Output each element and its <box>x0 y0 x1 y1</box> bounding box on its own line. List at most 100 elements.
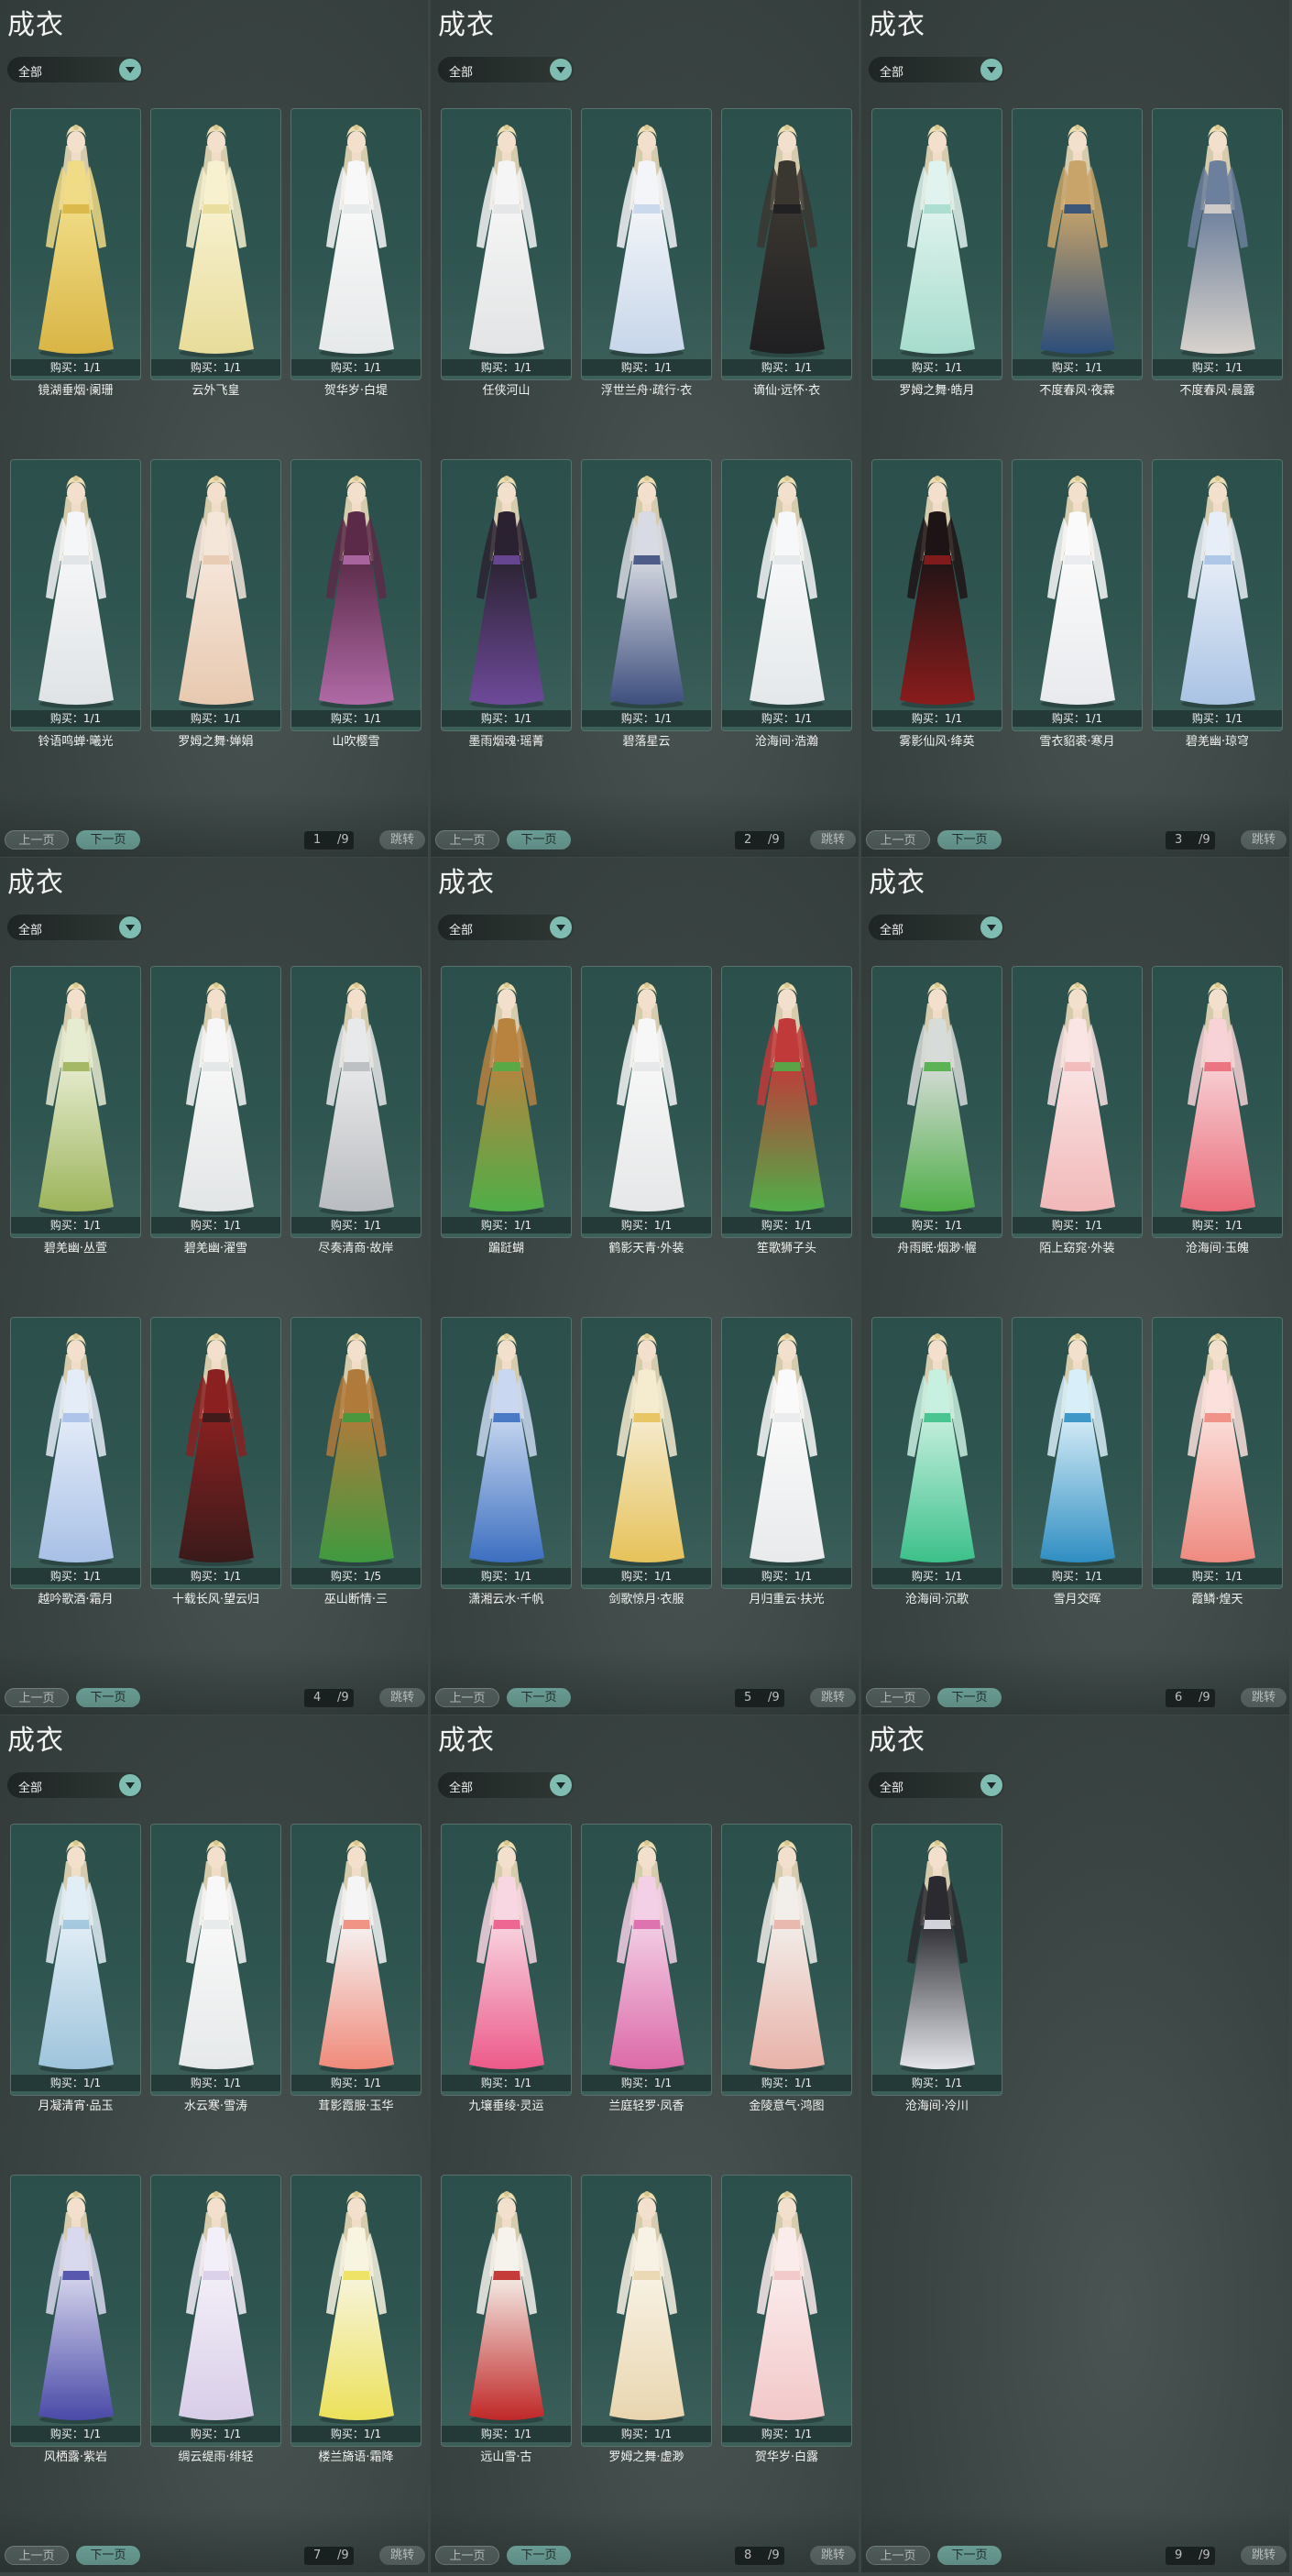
page-number-input[interactable]: 7/9 <box>304 2547 354 2565</box>
outfit-card[interactable]: 购买：1/5 巫山断情·三 <box>290 1317 422 1606</box>
outfit-card[interactable]: 购买：1/1 潇湘云水·千帆 <box>441 1317 572 1606</box>
category-filter-dropdown[interactable]: 全部 <box>438 915 574 940</box>
outfit-card[interactable]: 购买：1/1 月归重云·扶光 <box>721 1317 852 1606</box>
outfit-card[interactable]: 购买：1/1 贺华岁·白露 <box>721 2175 852 2464</box>
chevron-down-icon[interactable] <box>119 59 141 81</box>
page-number-input[interactable]: 1/9 <box>304 831 354 850</box>
outfit-card[interactable]: 购买：1/1 雾影仙风·绛英 <box>871 459 1002 749</box>
outfit-card[interactable]: 购买：1/1 舟雨眠·烟渺·幄 <box>871 966 1002 1255</box>
outfit-card[interactable]: 购买：1/1 沧海间·浩瀚 <box>721 459 852 749</box>
prev-page-button[interactable]: 上一页 <box>5 1688 69 1707</box>
jump-button[interactable]: 跳转 <box>1241 1688 1287 1707</box>
outfit-card[interactable]: 购买：1/1 罗姆之舞·皓月 <box>871 108 1002 398</box>
next-page-button[interactable]: 下一页 <box>937 2546 1002 2565</box>
outfit-card[interactable]: 购买：1/1 碧羌幽·丛萱 <box>10 966 141 1255</box>
next-page-button[interactable]: 下一页 <box>507 2546 571 2565</box>
outfit-card[interactable]: 购买：1/1 十载长风·望云归 <box>150 1317 281 1606</box>
chevron-down-icon[interactable] <box>119 1774 141 1796</box>
next-page-button[interactable]: 下一页 <box>76 2546 140 2565</box>
outfit-card[interactable]: 购买：1/1 风栖露·紫岩 <box>10 2175 141 2464</box>
outfit-card[interactable]: 购买：1/1 尽奏清商·故岸 <box>290 966 422 1255</box>
next-page-button[interactable]: 下一页 <box>937 830 1002 850</box>
chevron-down-icon[interactable] <box>980 916 1002 938</box>
page-number-input[interactable]: 4/9 <box>304 1689 354 1707</box>
outfit-card[interactable]: 购买：1/1 不度春风·晨露 <box>1152 108 1283 398</box>
outfit-card[interactable]: 购买：1/1 碧羌幽·濯雪 <box>150 966 281 1255</box>
jump-button[interactable]: 跳转 <box>810 830 856 850</box>
category-filter-dropdown[interactable]: 全部 <box>7 1772 143 1798</box>
outfit-card[interactable]: 购买：1/1 剑歌惊月·衣服 <box>581 1317 712 1606</box>
prev-page-button[interactable]: 上一页 <box>866 830 930 850</box>
page-number-input[interactable]: 2/9 <box>735 831 784 850</box>
outfit-card[interactable]: 购买：1/1 陌上窈窕·外装 <box>1012 966 1143 1255</box>
outfit-card[interactable]: 购买：1/1 碧落星云 <box>581 459 712 749</box>
category-filter-dropdown[interactable]: 全部 <box>7 57 143 82</box>
jump-button[interactable]: 跳转 <box>379 2546 425 2565</box>
outfit-card[interactable]: 购买：1/1 山吹樱雪 <box>290 459 422 749</box>
category-filter-dropdown[interactable]: 全部 <box>7 915 143 940</box>
prev-page-button[interactable]: 上一页 <box>5 2546 69 2565</box>
prev-page-button[interactable]: 上一页 <box>435 2546 499 2565</box>
prev-page-button[interactable]: 上一页 <box>866 2546 930 2565</box>
outfit-card[interactable]: 购买：1/1 九壤垂绫·灵运 <box>441 1824 572 2113</box>
outfit-card[interactable]: 购买：1/1 任侠河山 <box>441 108 572 398</box>
page-number-input[interactable]: 6/9 <box>1166 1689 1215 1707</box>
category-filter-dropdown[interactable]: 全部 <box>438 57 574 82</box>
outfit-card[interactable]: 购买：1/1 罗姆之舞·婵娟 <box>150 459 281 749</box>
outfit-card[interactable]: 购买：1/1 笙歌狮子头 <box>721 966 852 1255</box>
outfit-card[interactable]: 购买：1/1 云外飞皇 <box>150 108 281 398</box>
outfit-card[interactable]: 购买：1/1 远山雪·古 <box>441 2175 572 2464</box>
chevron-down-icon[interactable] <box>550 1774 572 1796</box>
next-page-button[interactable]: 下一页 <box>507 1688 571 1707</box>
jump-button[interactable]: 跳转 <box>810 1688 856 1707</box>
outfit-card[interactable]: 购买：1/1 兰庭轻罗·凤香 <box>581 1824 712 2113</box>
category-filter-dropdown[interactable]: 全部 <box>869 57 1004 82</box>
outfit-card[interactable]: 购买：1/1 鹤影天青·外装 <box>581 966 712 1255</box>
category-filter-dropdown[interactable]: 全部 <box>869 915 1004 940</box>
outfit-card[interactable]: 购买：1/1 月凝清宵·品玉 <box>10 1824 141 2113</box>
prev-page-button[interactable]: 上一页 <box>435 830 499 850</box>
outfit-card[interactable]: 购买：1/1 浮世兰舟·疏行·衣 <box>581 108 712 398</box>
outfit-card[interactable]: 购买：1/1 罗姆之舞·虚渺 <box>581 2175 712 2464</box>
outfit-card[interactable]: 购买：1/1 不度春风·夜霖 <box>1012 108 1143 398</box>
outfit-card[interactable]: 购买：1/1 雪衣貂裘·寒月 <box>1012 459 1143 749</box>
jump-button[interactable]: 跳转 <box>810 2546 856 2565</box>
jump-button[interactable]: 跳转 <box>379 1688 425 1707</box>
outfit-card[interactable]: 购买：1/1 沧海间·沉歌 <box>871 1317 1002 1606</box>
outfit-card[interactable]: 购买：1/1 金陵意气·鸿图 <box>721 1824 852 2113</box>
outfit-card[interactable]: 购买：1/1 蹁跹蝴 <box>441 966 572 1255</box>
chevron-down-icon[interactable] <box>980 1774 1002 1796</box>
category-filter-dropdown[interactable]: 全部 <box>438 1772 574 1798</box>
next-page-button[interactable]: 下一页 <box>76 1688 140 1707</box>
chevron-down-icon[interactable] <box>550 916 572 938</box>
outfit-card[interactable]: 购买：1/1 墨雨烟魂·瑶菁 <box>441 459 572 749</box>
outfit-card[interactable]: 购买：1/1 镜湖垂烟·阑珊 <box>10 108 141 398</box>
outfit-card[interactable]: 购买：1/1 贺华岁·白堤 <box>290 108 422 398</box>
page-number-input[interactable]: 8/9 <box>735 2547 784 2565</box>
page-number-input[interactable]: 9/9 <box>1166 2547 1215 2565</box>
outfit-card[interactable]: 购买：1/1 越吟歌酒·霜月 <box>10 1317 141 1606</box>
prev-page-button[interactable]: 上一页 <box>435 1688 499 1707</box>
outfit-card[interactable]: 购买：1/1 楼兰旖语·霜降 <box>290 2175 422 2464</box>
outfit-card[interactable]: 购买：1/1 铃语鸣蝉·曦光 <box>10 459 141 749</box>
next-page-button[interactable]: 下一页 <box>507 830 571 850</box>
jump-button[interactable]: 跳转 <box>1241 2546 1287 2565</box>
outfit-card[interactable]: 购买：1/1 茸影霞服·玉华 <box>290 1824 422 2113</box>
outfit-card[interactable]: 购买：1/1 水云寒·雪涛 <box>150 1824 281 2113</box>
outfit-card[interactable]: 购买：1/1 雪月交晖 <box>1012 1317 1143 1606</box>
outfit-card[interactable]: 购买：1/1 沧海间·冷川 <box>871 1824 1002 2113</box>
next-page-button[interactable]: 下一页 <box>937 1688 1002 1707</box>
prev-page-button[interactable]: 上一页 <box>5 830 69 850</box>
chevron-down-icon[interactable] <box>550 59 572 81</box>
jump-button[interactable]: 跳转 <box>1241 830 1287 850</box>
outfit-card[interactable]: 购买：1/1 霞鳞·煌天 <box>1152 1317 1283 1606</box>
page-number-input[interactable]: 3/9 <box>1166 831 1215 850</box>
jump-button[interactable]: 跳转 <box>379 830 425 850</box>
outfit-card[interactable]: 购买：1/1 绸云缇雨·绯轻 <box>150 2175 281 2464</box>
next-page-button[interactable]: 下一页 <box>76 830 140 850</box>
chevron-down-icon[interactable] <box>980 59 1002 81</box>
outfit-card[interactable]: 购买：1/1 碧羌幽·琼穹 <box>1152 459 1283 749</box>
outfit-card[interactable]: 购买：1/1 沧海间·玉魄 <box>1152 966 1283 1255</box>
outfit-card[interactable]: 购买：1/1 谪仙·远怀·衣 <box>721 108 852 398</box>
chevron-down-icon[interactable] <box>119 916 141 938</box>
